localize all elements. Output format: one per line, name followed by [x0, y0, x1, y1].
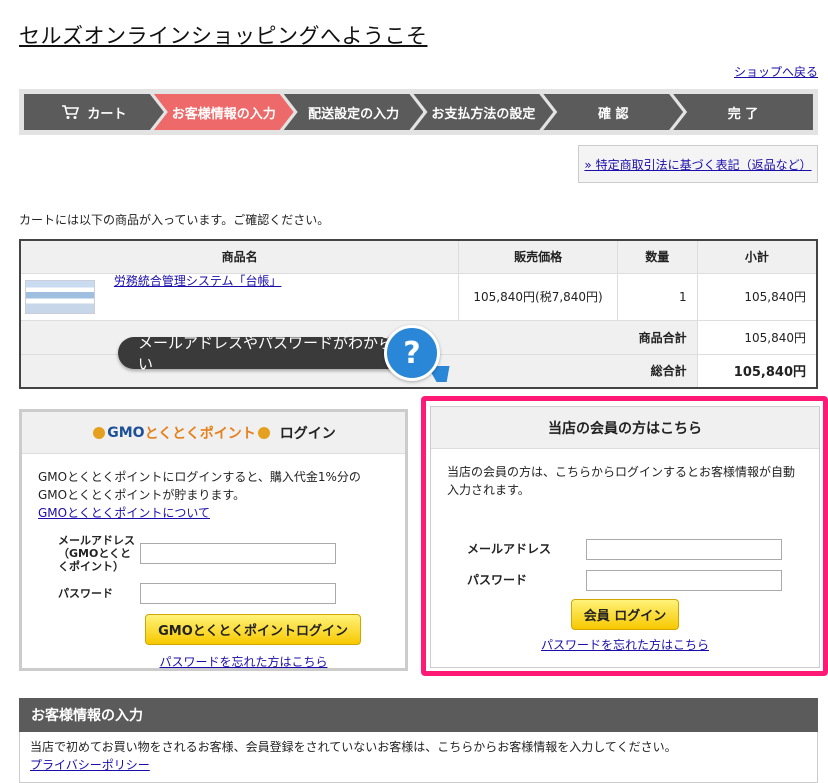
- step-customer-info: お客様情報の入力: [154, 94, 294, 130]
- gmo-password-input[interactable]: [140, 583, 336, 604]
- step-shipping: 配送設定の入力: [284, 94, 424, 130]
- col-subtotal: 小計: [696, 240, 817, 273]
- product-name-link[interactable]: 労務統合管理システム「台帳」: [114, 274, 282, 288]
- law-notice-link[interactable]: » 特定商取引法に基づく表記（返品など）: [584, 156, 811, 173]
- col-qty: 数量: [616, 240, 698, 273]
- gmo-forgot-password-link[interactable]: パスワードを忘れた方はこちら: [22, 653, 405, 670]
- coin-icon: [93, 426, 106, 439]
- gmo-login-box: GMO とくとくポイント ログイン GMOとくとくポイントにログインすると、購入…: [19, 409, 408, 671]
- step-payment: お支払方法の設定: [413, 94, 553, 130]
- gmo-password-label: パスワード: [58, 587, 113, 600]
- customer-info-desc: 当店で初めてお買い物をされるお客様、会員登録をされていないお客様は、こちらからお…: [30, 740, 677, 754]
- member-login-button[interactable]: 会員 ログイン: [570, 599, 680, 630]
- member-password-input[interactable]: [586, 570, 782, 591]
- total-value: 105,840円: [696, 353, 817, 388]
- cart-message: カートには以下の商品が入っています。ご確認ください。: [19, 213, 330, 227]
- gmo-email-label: メールアドレス（GMOとくとくポイント）: [58, 534, 135, 573]
- gmo-logo: GMO とくとくポイント: [91, 423, 272, 443]
- step-label: カート: [87, 106, 127, 122]
- help-tooltip[interactable]: メールアドレスやパスワードがわからない: [118, 334, 408, 373]
- site-title: セルズオンラインショッピングへようこそ: [19, 24, 428, 48]
- gmo-login-title: ログイン: [279, 425, 336, 442]
- gmo-email-input[interactable]: [140, 543, 336, 564]
- cart-header-row: 商品名 販売価格 数量 小計: [20, 240, 817, 273]
- coin-icon: [257, 426, 270, 439]
- help-question-icon[interactable]: ?: [384, 325, 440, 381]
- gmo-login-desc: GMOとくとくポイントにログインすると、購入代金1%分のGMOとくとくポイントが…: [38, 470, 361, 520]
- step-complete: 完 了: [673, 94, 813, 130]
- step-confirm: 確 認: [543, 94, 683, 130]
- product-qty: 1: [616, 272, 698, 320]
- law-notice-box: » 特定商取引法に基づく表記（返品など）: [578, 145, 818, 183]
- customer-info-body: 当店で初めてお買い物をされるお客様、会員登録をされていないお客様は、こちらからお…: [19, 732, 818, 783]
- member-email-input[interactable]: [586, 539, 782, 560]
- gmo-login-button[interactable]: GMOとくとくポイントログイン: [145, 614, 361, 645]
- gmo-about-link[interactable]: GMOとくとくポイントについて: [38, 506, 210, 520]
- col-product: 商品名: [20, 240, 459, 273]
- cart-icon: [61, 104, 79, 120]
- checkout-steps: カート お客様情報の入力 配送設定の入力 お支払方法の設定 確 認 完 了: [19, 89, 818, 135]
- product-thumbnail[interactable]: [25, 279, 95, 314]
- member-email-label: メールアドレス: [467, 542, 552, 556]
- customer-info-header: お客様情報の入力: [19, 698, 818, 732]
- table-row: 労務統合管理システム「台帳」 105,840円(税7,840円) 1 105,8…: [20, 272, 817, 320]
- member-login-desc: 当店の会員の方は、こちらからログインするとお客様情報が自動入力されます。: [447, 465, 796, 497]
- member-login-box: 当店の会員の方はこちら 当店の会員の方は、こちらからログインするとお客様情報が自…: [430, 406, 820, 668]
- col-price: 販売価格: [458, 240, 618, 273]
- member-password-label: パスワード: [467, 573, 528, 587]
- product-subtotal: 105,840円: [696, 272, 817, 320]
- gmo-login-header: GMO とくとくポイント ログイン: [22, 412, 405, 454]
- back-to-shop-link[interactable]: ショップへ戻る: [734, 63, 818, 80]
- subtotal-value: 105,840円: [696, 319, 817, 354]
- member-login-title: 当店の会員の方はこちら: [431, 407, 819, 449]
- privacy-policy-link[interactable]: プライバシーポリシー: [30, 758, 150, 772]
- member-forgot-password-link[interactable]: パスワードを忘れた方はこちら: [431, 636, 819, 653]
- step-cart: カート: [24, 94, 164, 130]
- product-price: 105,840円(税7,840円): [458, 272, 618, 320]
